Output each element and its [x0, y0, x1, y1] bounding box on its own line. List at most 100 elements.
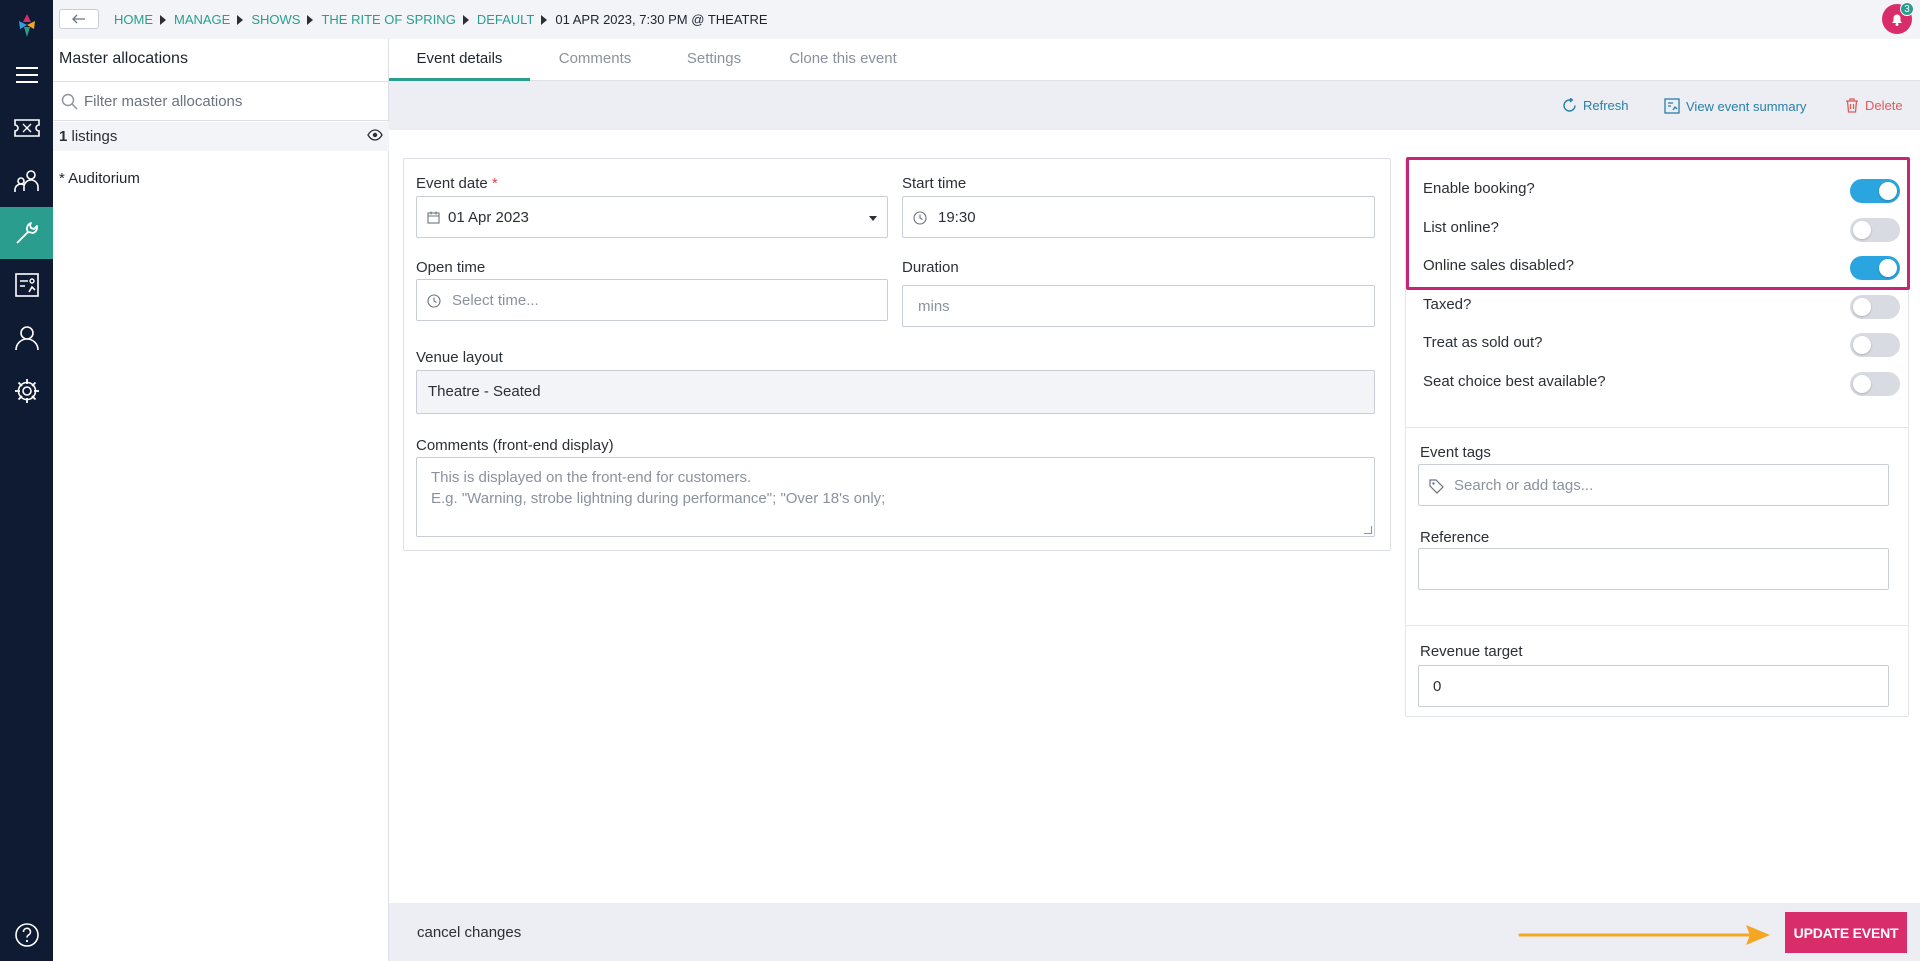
breadcrumb-default[interactable]: Default [477, 12, 535, 27]
trash-icon [1846, 98, 1858, 113]
ticket-icon[interactable] [0, 102, 53, 154]
breadcrumb-home[interactable]: Home [114, 12, 153, 27]
treat-as-sold-out-toggle[interactable] [1850, 333, 1900, 357]
summary-icon [1664, 98, 1680, 114]
breadcrumb: Home Manage Shows The Rite of Spring Def… [114, 12, 768, 27]
reference-input[interactable] [1418, 548, 1889, 590]
tab-event-details[interactable]: Event details [389, 39, 530, 81]
toggle-knob [1853, 375, 1871, 393]
clock-icon [427, 294, 441, 308]
event-details-content: Refresh View event summary Delete Event … [389, 81, 1920, 903]
help-icon[interactable] [0, 909, 53, 961]
listings-count-label: 1 listings [59, 128, 117, 145]
back-button[interactable] [59, 9, 99, 29]
comments-textarea[interactable]: This is displayed on the front-end for c… [416, 457, 1375, 537]
online-sales-disabled-toggle[interactable] [1850, 256, 1900, 280]
breadcrumb-show[interactable]: The Rite of Spring [321, 12, 455, 27]
master-allocations-title: Master allocations [59, 50, 188, 67]
start-time-label: Start time [902, 175, 967, 192]
view-event-summary-button[interactable]: View event summary [1664, 98, 1806, 114]
refresh-label: Refresh [1583, 98, 1629, 113]
notifications-button[interactable]: 3 [1882, 2, 1914, 34]
toggle-row-online-sales-disabled: Online sales disabled? [1406, 247, 1908, 285]
delete-label: Delete [1865, 98, 1903, 113]
open-time-label: Open time [416, 259, 486, 276]
duration-label: Duration [902, 259, 959, 276]
breadcrumb-shows[interactable]: Shows [251, 12, 300, 27]
update-event-button[interactable]: UPDATE EVENT [1785, 912, 1907, 953]
tab-settings[interactable]: Settings [660, 39, 768, 81]
report-icon[interactable] [0, 259, 53, 311]
reference-label: Reference [1420, 529, 1490, 546]
delete-button[interactable]: Delete [1845, 98, 1903, 113]
venue-layout-field: Theatre - Seated [416, 370, 1375, 414]
toggle-knob [1853, 336, 1871, 354]
toggle-knob [1879, 259, 1897, 277]
toggle-label: Enable booking? [1423, 180, 1535, 197]
venue-layout-label: Venue layout [416, 349, 503, 366]
start-time-value: 19:30 [938, 209, 976, 226]
event-form-card: Event date * 01 Apr 2023 Start time 19:3… [403, 158, 1391, 551]
breadcrumb-separator-icon [160, 14, 166, 25]
app-logo-icon[interactable] [14, 12, 40, 38]
tag-icon [1429, 479, 1444, 494]
open-time-field[interactable]: Select time... [416, 279, 888, 321]
toggle-knob [1853, 298, 1871, 316]
wrench-icon[interactable] [0, 207, 53, 259]
revenue-target-label: Revenue target [1420, 643, 1523, 660]
search-icon [61, 93, 78, 110]
cancel-changes-link[interactable]: cancel changes [417, 924, 521, 941]
list-online-toggle[interactable] [1850, 218, 1900, 242]
toggle-row-list-online: List online? [1406, 209, 1908, 247]
revenue-target-input[interactable]: 0 [1418, 665, 1889, 707]
duration-field[interactable]: mins [902, 285, 1375, 327]
calendar-icon [427, 211, 440, 224]
event-tabs: Event details Comments Settings Clone th… [389, 39, 1920, 81]
toggle-label: List online? [1423, 219, 1499, 236]
enable-booking-toggle[interactable] [1850, 179, 1900, 203]
notification-count-badge: 3 [1900, 2, 1914, 16]
top-bar: Home Manage Shows The Rite of Spring Def… [53, 0, 1920, 39]
action-bar: Refresh View event summary Delete [389, 81, 1920, 130]
view-event-summary-label: View event summary [1686, 98, 1807, 114]
chevron-down-icon [869, 216, 877, 221]
arrow-left-icon [72, 14, 85, 24]
list-item-auditorium[interactable]: * Auditorium [59, 170, 140, 187]
event-tags-label: Event tags [1420, 444, 1491, 461]
menu-icon[interactable] [0, 49, 53, 101]
annotation-arrow-icon [1518, 925, 1770, 945]
toggle-label: Taxed? [1423, 296, 1472, 313]
listings-bar: 1 listings [53, 122, 389, 151]
seat-choice-best-available-toggle[interactable] [1850, 372, 1900, 396]
toggle-label: Online sales disabled? [1423, 257, 1574, 274]
tab-comments[interactable]: Comments [530, 39, 660, 81]
breadcrumb-separator-icon [307, 14, 314, 25]
gear-icon[interactable] [0, 365, 53, 417]
refresh-icon [1563, 98, 1576, 112]
tab-clone-event[interactable]: Clone this event [768, 39, 918, 81]
user-icon[interactable] [0, 312, 53, 364]
breadcrumb-current: 01 Apr 2023, 7:30 PM @ Theatre [555, 12, 768, 27]
start-time-field[interactable]: 19:30 [902, 196, 1375, 238]
people-icon[interactable] [0, 155, 53, 207]
master-filter-input[interactable] [84, 90, 374, 112]
toggle-row-seat-choice: Seat choice best available? [1406, 363, 1908, 401]
taxed-toggle[interactable] [1850, 295, 1900, 319]
clock-icon [913, 211, 927, 225]
resize-handle-icon[interactable] [1364, 526, 1372, 534]
eye-icon[interactable] [367, 129, 383, 141]
event-date-field[interactable]: 01 Apr 2023 [416, 196, 888, 238]
breadcrumb-manage[interactable]: Manage [174, 12, 230, 27]
toggle-label: Treat as sold out? [1423, 334, 1543, 351]
venue-layout-value: Theatre - Seated [428, 383, 541, 400]
comments-placeholder: This is displayed on the front-end for c… [431, 469, 886, 507]
master-filter-bar [53, 81, 389, 121]
breadcrumb-separator-icon [237, 14, 244, 25]
event-tags-input[interactable]: Search or add tags... [1418, 464, 1889, 506]
refresh-button[interactable]: Refresh [1562, 98, 1629, 113]
revenue-target-value: 0 [1433, 678, 1442, 695]
breadcrumb-separator-icon [541, 14, 548, 25]
revenue-card: Revenue target 0 [1405, 625, 1909, 717]
master-allocations-panel: Master allocations 1 listings * Auditori… [53, 39, 389, 961]
left-nav-rail [0, 0, 53, 961]
